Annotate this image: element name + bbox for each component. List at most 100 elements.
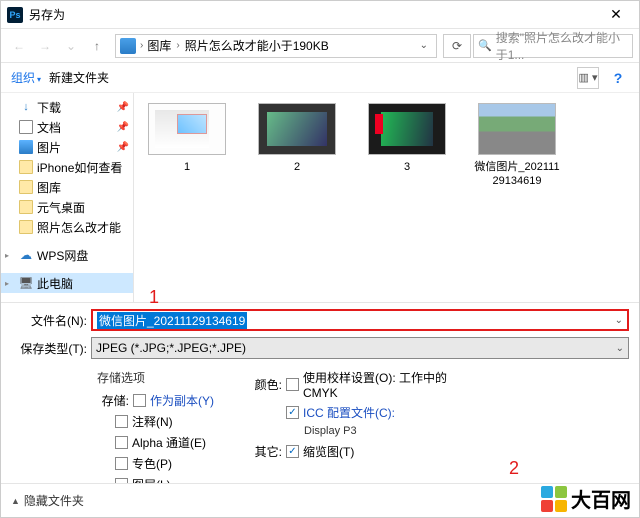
checkbox-alpha [115, 436, 128, 449]
refresh-button[interactable]: ⟳ [443, 34, 471, 58]
filename-value: 微信图片_20211129134619 [97, 312, 247, 329]
thumbnail-image [478, 103, 556, 155]
checkbox-comment [115, 415, 128, 428]
tree-label: 此电脑 [37, 275, 73, 292]
computer-icon: 🖥 [19, 276, 33, 290]
filetype-select[interactable]: JPEG (*.JPG;*.JPEG;*.JPE) ⌄ [91, 337, 629, 359]
tree-label: 元气桌面 [37, 199, 85, 216]
file-thumbnail[interactable]: 微信图片_20211129134619 [472, 103, 562, 189]
tree-label: WPS网盘 [37, 247, 88, 264]
filetype-label: 保存类型(T): [11, 340, 91, 357]
folder-icon [19, 160, 33, 174]
chevron-right-icon: › [176, 40, 179, 51]
pin-icon: 📌 [117, 102, 129, 113]
other-sublabel: 其它: [250, 443, 282, 460]
chevron-down-icon[interactable]: ⌄ [615, 315, 623, 326]
up-button[interactable]: ↑ [85, 34, 109, 58]
forward-button[interactable]: → [33, 34, 57, 58]
tree-item-pictures[interactable]: 图片 📌 [1, 137, 133, 157]
chevron-down-icon[interactable]: ⌄ [416, 40, 432, 51]
tree-item-wps[interactable]: ▸ ☁ WPS网盘 [1, 245, 133, 265]
folder-icon [19, 220, 33, 234]
search-icon: 🔍 [478, 39, 492, 52]
checkbox-label[interactable]: 缩览图(T) [303, 443, 354, 460]
pictures-icon [120, 38, 136, 54]
tree-label: 文档 [37, 119, 61, 136]
watermark-logo: 大百网 [537, 484, 631, 513]
checkbox-copy[interactable] [133, 394, 146, 407]
app-icon: Ps [7, 7, 23, 23]
tree-item-folder[interactable]: iPhone如何查看 [1, 157, 133, 177]
pin-icon: 📌 [117, 142, 129, 153]
file-grid[interactable]: 1 2 3 微信图片_20211129134619 [134, 93, 639, 302]
file-thumbnail[interactable]: 3 [362, 103, 452, 175]
tree-item-thispc[interactable]: ▸ 🖥 此电脑 [1, 273, 133, 293]
chevron-right-icon[interactable]: ▸ [5, 251, 9, 260]
cloud-icon: ☁ [19, 248, 33, 262]
tree-label: 图库 [37, 179, 61, 196]
thumbnail-label: 2 [294, 161, 300, 175]
file-thumbnail[interactable]: 2 [252, 103, 342, 175]
window-title: 另存为 [29, 6, 593, 23]
search-placeholder: 搜索"照片怎么改才能小于1... [496, 29, 628, 63]
thumbnail-label: 1 [184, 161, 190, 175]
checkbox-label: Alpha 通道(E) [132, 434, 206, 451]
checkbox-proof [286, 378, 299, 391]
tree-item-documents[interactable]: 文档 📌 [1, 117, 133, 137]
save-options-title: 存储选项 [97, 369, 214, 386]
folder-icon [19, 200, 33, 214]
checkbox-label[interactable]: ICC 配置文件(C): [303, 404, 395, 421]
annotation-1: 1 [149, 287, 159, 308]
chevron-down-icon[interactable]: ⌄ [616, 343, 624, 354]
tree-item-folder[interactable]: 图库 [1, 177, 133, 197]
document-icon [19, 120, 33, 134]
file-thumbnail[interactable]: 1 [142, 103, 232, 175]
checkbox-label[interactable]: 作为副本(Y) [150, 392, 214, 409]
annotation-2: 2 [509, 458, 519, 479]
thumbnail-label: 微信图片_20211129134619 [472, 161, 562, 189]
checkbox-icc[interactable] [286, 406, 299, 419]
hide-folders-label: 隐藏文件夹 [24, 492, 84, 509]
tree-item-folder[interactable]: 照片怎么改才能 [1, 217, 133, 237]
pictures-icon [19, 140, 33, 154]
pin-icon: 📌 [117, 122, 129, 133]
tree-label: iPhone如何查看 [37, 159, 122, 176]
hide-folders-toggle[interactable]: ▲ 隐藏文件夹 [11, 492, 84, 509]
organize-menu[interactable]: 组织 [11, 69, 41, 86]
tree-label: 图片 [37, 139, 61, 156]
search-input[interactable]: 🔍 搜索"照片怎么改才能小于1... [473, 34, 633, 58]
thumbnail-image [148, 103, 226, 155]
icc-profile-value: Display P3 [304, 425, 453, 437]
recent-dropdown-icon[interactable]: ⌄ [59, 34, 83, 58]
chevron-right-icon: › [140, 40, 143, 51]
crumb-segment[interactable]: 照片怎么改才能小于190KB [185, 37, 329, 54]
logo-icon [541, 486, 567, 512]
thumbnail-label: 3 [404, 161, 410, 175]
filename-input[interactable]: 微信图片_20211129134619 ⌄ [91, 309, 629, 331]
breadcrumb[interactable]: › 图库 › 照片怎么改才能小于190KB ⌄ [115, 34, 437, 58]
tree-label: 照片怎么改才能 [37, 219, 121, 236]
checkbox-spot [115, 457, 128, 470]
crumb-segment[interactable]: 图库 [147, 37, 171, 54]
view-options-button[interactable]: ▥ ▾ [577, 67, 599, 89]
filename-label: 文件名(N): [11, 312, 91, 329]
checkbox-label: 专色(P) [132, 455, 172, 472]
checkbox-thumbnail[interactable] [286, 445, 299, 458]
chevron-right-icon[interactable]: ▸ [5, 279, 9, 288]
color-sublabel: 颜色: [250, 376, 282, 393]
download-icon: ↓ [19, 100, 33, 114]
back-button[interactable]: ← [7, 34, 31, 58]
chevron-up-icon: ▲ [11, 496, 20, 506]
filetype-value: JPEG (*.JPG;*.JPEG;*.JPE) [96, 341, 246, 355]
folder-icon [19, 180, 33, 194]
new-folder-button[interactable]: 新建文件夹 [49, 69, 109, 86]
tree-label: 下载 [37, 99, 61, 116]
thumbnail-image [258, 103, 336, 155]
tree-item-folder[interactable]: 元气桌面 [1, 197, 133, 217]
close-button[interactable]: ✕ [593, 1, 639, 29]
help-button[interactable]: ? [607, 67, 629, 89]
tree-item-downloads[interactable]: ↓ 下载 📌 [1, 97, 133, 117]
save-sublabel: 存储: [97, 392, 129, 409]
checkbox-label: 使用校样设置(O): 工作中的 CMYK [303, 369, 453, 400]
folder-tree[interactable]: ↓ 下载 📌 文档 📌 图片 📌 iPhone如何查看 图库 [1, 93, 134, 302]
